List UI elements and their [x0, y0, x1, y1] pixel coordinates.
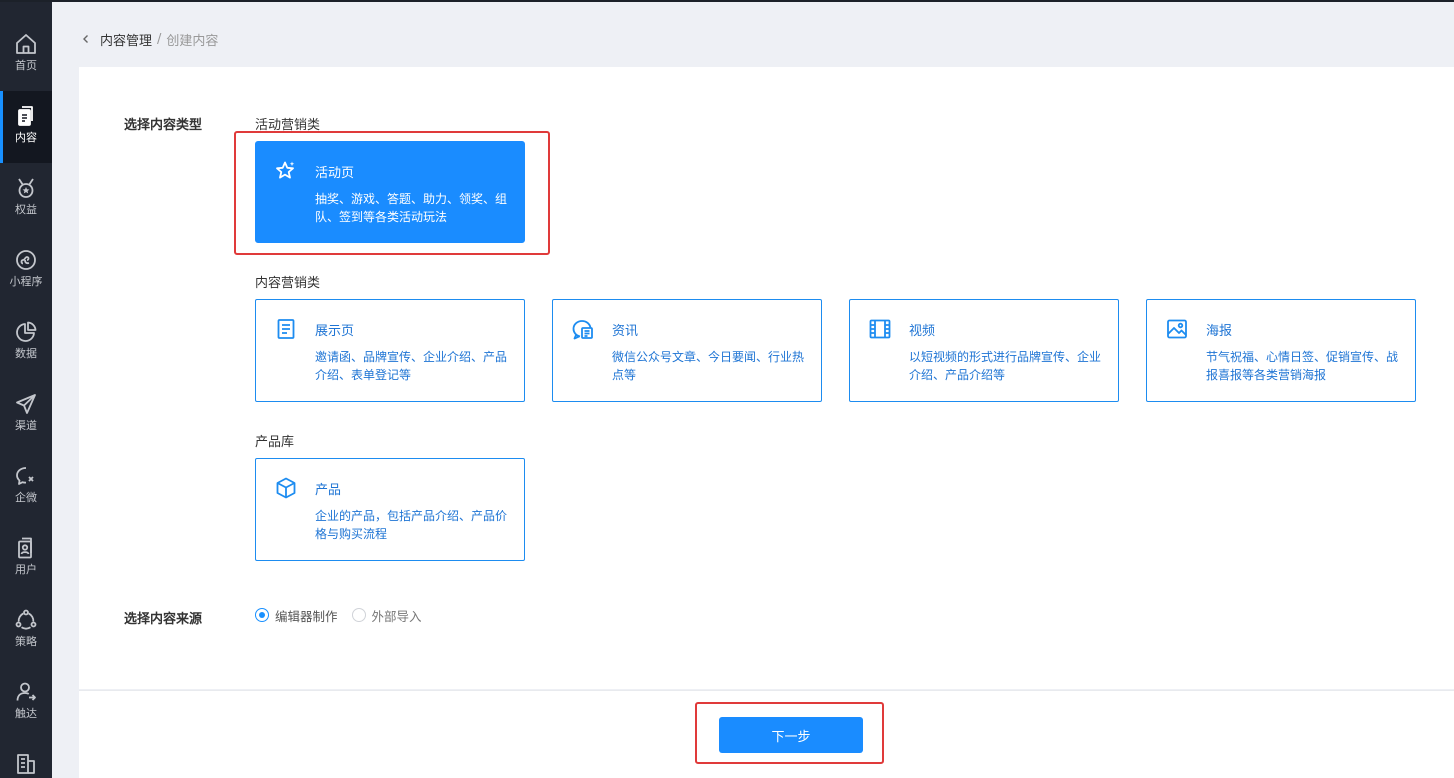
strategy-icon: [15, 609, 37, 630]
sidebar-item-label: 渠道: [15, 419, 37, 432]
content-icon: [18, 106, 33, 126]
content-type-label: 选择内容类型: [124, 118, 203, 133]
sidebar-item-label: 首页: [15, 59, 37, 72]
sidebar-item-users[interactable]: 用户: [0, 523, 52, 595]
cube-icon: [276, 477, 296, 499]
sidebar-item-label: 企微: [15, 491, 37, 504]
document-icon: [277, 319, 295, 339]
miniprogram-icon: [16, 250, 36, 270]
chevron-left-icon[interactable]: [80, 33, 92, 45]
sidebar-item-reach[interactable]: 触达: [0, 667, 52, 739]
chat-icon: [16, 467, 34, 485]
sidebar-item-miniprogram[interactable]: 小程序: [0, 235, 52, 307]
radio-external-import[interactable]: 外部导入: [351, 606, 422, 625]
home-icon: [16, 34, 36, 54]
breadcrumb-current: 创建内容: [166, 33, 219, 49]
card-description: 企业的产品，包括产品介绍、产品价格与购买流程: [315, 509, 508, 541]
user-card-icon: [18, 537, 32, 559]
medal-icon: [18, 178, 34, 198]
sidebar-item-label: 策略: [15, 635, 37, 648]
sidebar-item-label: 数据: [15, 347, 37, 360]
card-description: 节气祝福、心情日签、促销宣传、战报喜报等各类营销海报: [1206, 350, 1399, 382]
sidebar-item-data[interactable]: 数据: [0, 307, 52, 379]
group-title-activity: 活动营销类: [255, 118, 321, 133]
star-icon: [276, 161, 295, 179]
sidebar-item-label: 小程序: [9, 275, 43, 288]
card-display-page[interactable]: 展示页 邀请函、品牌宣传、企业介绍、产品介绍、表单登记等: [255, 299, 525, 402]
card-title: 展示页: [315, 324, 355, 339]
film-icon: [869, 319, 891, 339]
card-title: 活动页: [315, 166, 355, 181]
image-icon: [1167, 319, 1187, 339]
sidebar-item-label: 权益: [15, 203, 37, 216]
sidebar-item-wecom[interactable]: 企微: [0, 451, 52, 523]
reach-icon: [16, 682, 36, 701]
sidebar-item-label: 触达: [15, 707, 37, 720]
radio-editor[interactable]: 编辑器制作: [255, 606, 338, 625]
radio-label: 外部导入: [371, 608, 422, 624]
building-icon: [17, 754, 35, 774]
breadcrumb: 内容管理 / 创建内容: [80, 30, 219, 49]
group-title-product: 产品库: [255, 435, 295, 450]
card-title: 产品: [315, 483, 342, 498]
content-source-radio-group: 编辑器制作 外部导入: [255, 606, 436, 624]
content-source-label: 选择内容来源: [124, 612, 203, 627]
card-activity-page[interactable]: 活动页 抽奖、游戏、答题、助力、领奖、组队、签到等各类活动玩法: [255, 141, 525, 243]
sidebar-item-more[interactable]: [0, 739, 52, 778]
card-title: 海报: [1206, 324, 1233, 339]
card-title: 视频: [909, 324, 936, 339]
card-description: 抽奖、游戏、答题、助力、领奖、组队、签到等各类活动玩法: [315, 192, 508, 224]
sidebar-item-benefits[interactable]: 权益: [0, 163, 52, 235]
pie-chart-icon: [16, 321, 37, 342]
next-step-button[interactable]: 下一步: [719, 717, 863, 753]
radio-unchecked-icon[interactable]: [351, 608, 366, 622]
top-border: [0, 0, 1454, 2]
sidebar-item-label: 用户: [15, 563, 37, 576]
radio-label: 编辑器制作: [275, 608, 338, 624]
sidebar-item-channel[interactable]: 渠道: [0, 379, 52, 451]
card-title: 资讯: [612, 324, 639, 339]
group-title-content: 内容营销类: [255, 276, 321, 291]
card-news[interactable]: 资讯 微信公众号文章、今日要闻、行业热点等: [552, 299, 822, 402]
card-description: 以短视频的形式进行品牌宣传、企业介绍、产品介绍等: [909, 350, 1102, 382]
sidebar-item-content[interactable]: 内容: [0, 91, 52, 163]
sidebar-item-strategy[interactable]: 策略: [0, 595, 52, 667]
news-icon: [572, 320, 593, 340]
breadcrumb-separator: /: [157, 31, 162, 47]
card-video[interactable]: 视频 以短视频的形式进行品牌宣传、企业介绍、产品介绍等: [849, 299, 1119, 402]
card-description: 微信公众号文章、今日要闻、行业热点等: [612, 350, 805, 382]
card-description: 邀请函、品牌宣传、企业介绍、产品介绍、表单登记等: [315, 350, 508, 382]
send-icon: [16, 394, 36, 414]
breadcrumb-parent-link[interactable]: 内容管理: [100, 30, 152, 49]
sidebar: 首页 内容 权益 小程序 数据 渠道 企微 用户 策略 触达: [0, 2, 52, 778]
card-poster[interactable]: 海报 节气祝福、心情日签、促销宣传、战报喜报等各类营销海报: [1146, 299, 1416, 402]
sidebar-item-home[interactable]: 首页: [0, 19, 52, 91]
sidebar-item-label: 内容: [15, 131, 37, 144]
card-product[interactable]: 产品 企业的产品，包括产品介绍、产品价格与购买流程: [255, 458, 525, 561]
radio-checked-icon[interactable]: [255, 608, 269, 622]
